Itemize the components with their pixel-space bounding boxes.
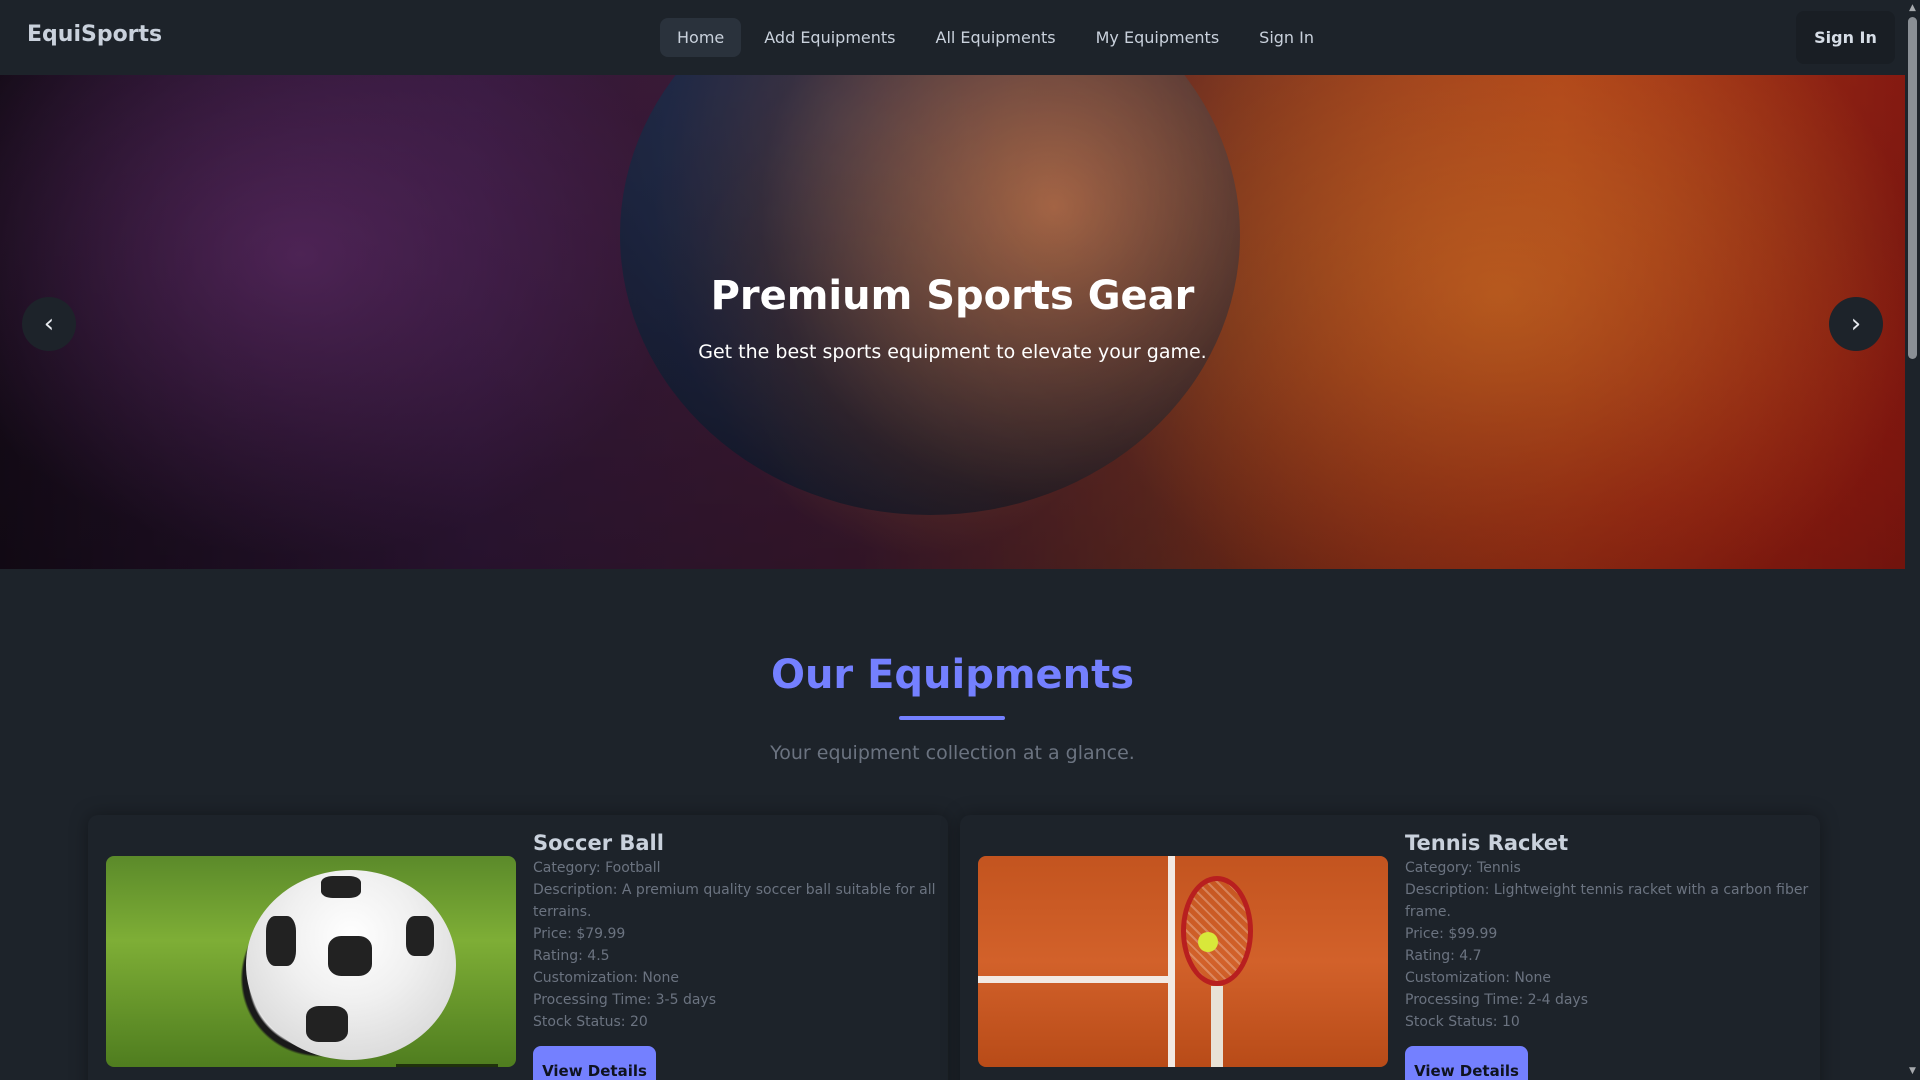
- section-subtitle: Your equipment collection at a glance.: [770, 742, 1135, 764]
- equipment-card: Tennis Racket Category: Tennis Descripti…: [960, 815, 1820, 1080]
- card-stock-status: Stock Status: 10: [1405, 1014, 1520, 1030]
- view-details-button[interactable]: View Details: [533, 1046, 656, 1080]
- scrollbar-thumb[interactable]: [1908, 17, 1917, 359]
- scroll-down-arrow-icon[interactable]: ▼: [1907, 1066, 1918, 1076]
- card-title: Tennis Racket: [1405, 831, 1569, 855]
- card-description: Description: A premium quality soccer ba…: [533, 882, 936, 920]
- nav-my-equipments[interactable]: My Equipments: [1079, 18, 1237, 57]
- card-price: Price: $79.99: [533, 926, 626, 942]
- scroll-up-arrow-icon[interactable]: ▲: [1907, 3, 1918, 13]
- card-processing-time: Processing Time: 2-4 days: [1405, 992, 1588, 1008]
- scrollbar[interactable]: ▲ ▼: [1905, 0, 1920, 1080]
- view-details-button[interactable]: View Details: [1405, 1046, 1528, 1080]
- card-title: Soccer Ball: [533, 831, 664, 855]
- screenrec-watermark: screenrec: [396, 1064, 498, 1067]
- hero-subtitle: Get the best sports equipment to elevate…: [698, 341, 1207, 363]
- brand-logo[interactable]: EquiSports: [27, 22, 162, 47]
- card-stock-status: Stock Status: 20: [533, 1014, 648, 1030]
- nav-links: Home Add Equipments All Equipments My Eq…: [660, 18, 1331, 57]
- card-category: Category: Tennis: [1405, 860, 1521, 876]
- nav-home[interactable]: Home: [660, 18, 742, 57]
- section-title: Our Equipments: [770, 652, 1135, 698]
- card-rating: Rating: 4.5: [533, 948, 610, 964]
- nav-all-equipments[interactable]: All Equipments: [919, 18, 1073, 57]
- section-underline: [899, 716, 1005, 720]
- chevron-right-icon: ›: [1850, 309, 1862, 339]
- sign-in-button[interactable]: Sign In: [1796, 11, 1895, 64]
- card-price: Price: $99.99: [1405, 926, 1498, 942]
- carousel-prev-button[interactable]: ‹: [22, 297, 76, 351]
- card-description: Description: Lightweight tennis racket w…: [1405, 882, 1809, 920]
- card-rating: Rating: 4.7: [1405, 948, 1482, 964]
- card-category: Category: Football: [533, 860, 661, 876]
- nav-add-equipments[interactable]: Add Equipments: [747, 18, 912, 57]
- card-customization: Customization: None: [1405, 970, 1551, 986]
- hero-title: Premium Sports Gear: [710, 273, 1195, 319]
- card-body: Tennis Racket Category: Tennis Descripti…: [1405, 825, 1810, 1033]
- equipment-card: screenrec Soccer Ball Category: Football…: [88, 815, 948, 1080]
- card-body: Soccer Ball Category: Football Descripti…: [533, 825, 938, 1033]
- tennis-racket-image: [978, 856, 1388, 1067]
- navbar: EquiSports Home Add Equipments All Equip…: [0, 0, 1905, 75]
- card-customization: Customization: None: [533, 970, 679, 986]
- nav-sign-in[interactable]: Sign In: [1242, 18, 1331, 57]
- soccer-ball-image: screenrec: [106, 856, 516, 1067]
- carousel-next-button[interactable]: ›: [1829, 297, 1883, 351]
- hero-carousel: Premium Sports Gear Get the best sports …: [0, 75, 1905, 569]
- card-processing-time: Processing Time: 3-5 days: [533, 992, 716, 1008]
- chevron-left-icon: ‹: [43, 309, 55, 339]
